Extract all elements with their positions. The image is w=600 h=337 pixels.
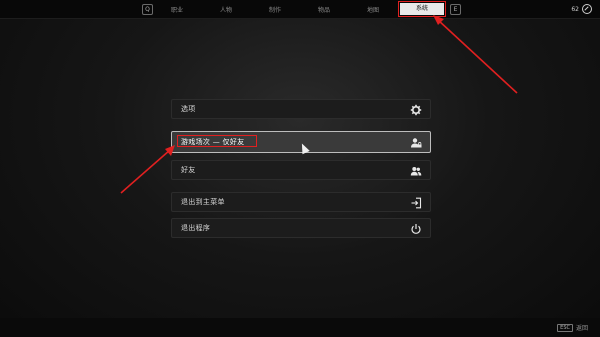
menu-options-label: 选项 <box>181 105 196 113</box>
key-hint-left[interactable]: Q <box>142 4 153 15</box>
back-label: 返回 <box>575 325 588 332</box>
top-nav-bar: Q 职业 人物 制作 物品 地图 系统 E 62 <box>0 0 600 19</box>
tab-character[interactable]: 人物 <box>206 5 246 14</box>
power-icon <box>410 223 422 235</box>
counter-value: 62 <box>571 5 579 13</box>
menu-exit-main-label: 退出到主菜单 <box>181 198 225 206</box>
menu-friends[interactable]: 好友 <box>171 160 431 180</box>
users-icon <box>410 165 422 177</box>
tab-items[interactable]: 物品 <box>304 5 344 14</box>
back-button[interactable]: ESC 返回 <box>557 323 588 332</box>
menu-options[interactable]: 选项 <box>171 99 431 119</box>
menu-quit-label: 退出程序 <box>181 224 211 232</box>
status-icon <box>582 4 592 14</box>
menu-quit-program[interactable]: 退出程序 <box>171 218 431 238</box>
esc-key-hint: ESC <box>557 323 573 332</box>
tab-map[interactable]: 地图 <box>353 5 393 14</box>
exit-door-icon <box>410 197 422 209</box>
user-lock-icon <box>410 137 422 149</box>
tab-crafting[interactable]: 制作 <box>255 5 295 14</box>
menu-session-label: 游戏场次 — 仅好友 <box>181 138 245 146</box>
tab-system[interactable]: 系统 <box>398 1 446 17</box>
key-hint-right[interactable]: E <box>450 4 461 15</box>
menu-exit-to-main[interactable]: 退出到主菜单 <box>171 192 431 212</box>
tab-profession[interactable]: 职业 <box>157 5 197 14</box>
bottom-bar: ESC 返回 <box>0 318 600 337</box>
status-counter: 62 <box>571 4 592 14</box>
gear-icon <box>410 104 422 116</box>
menu-friends-label: 好友 <box>181 166 196 174</box>
